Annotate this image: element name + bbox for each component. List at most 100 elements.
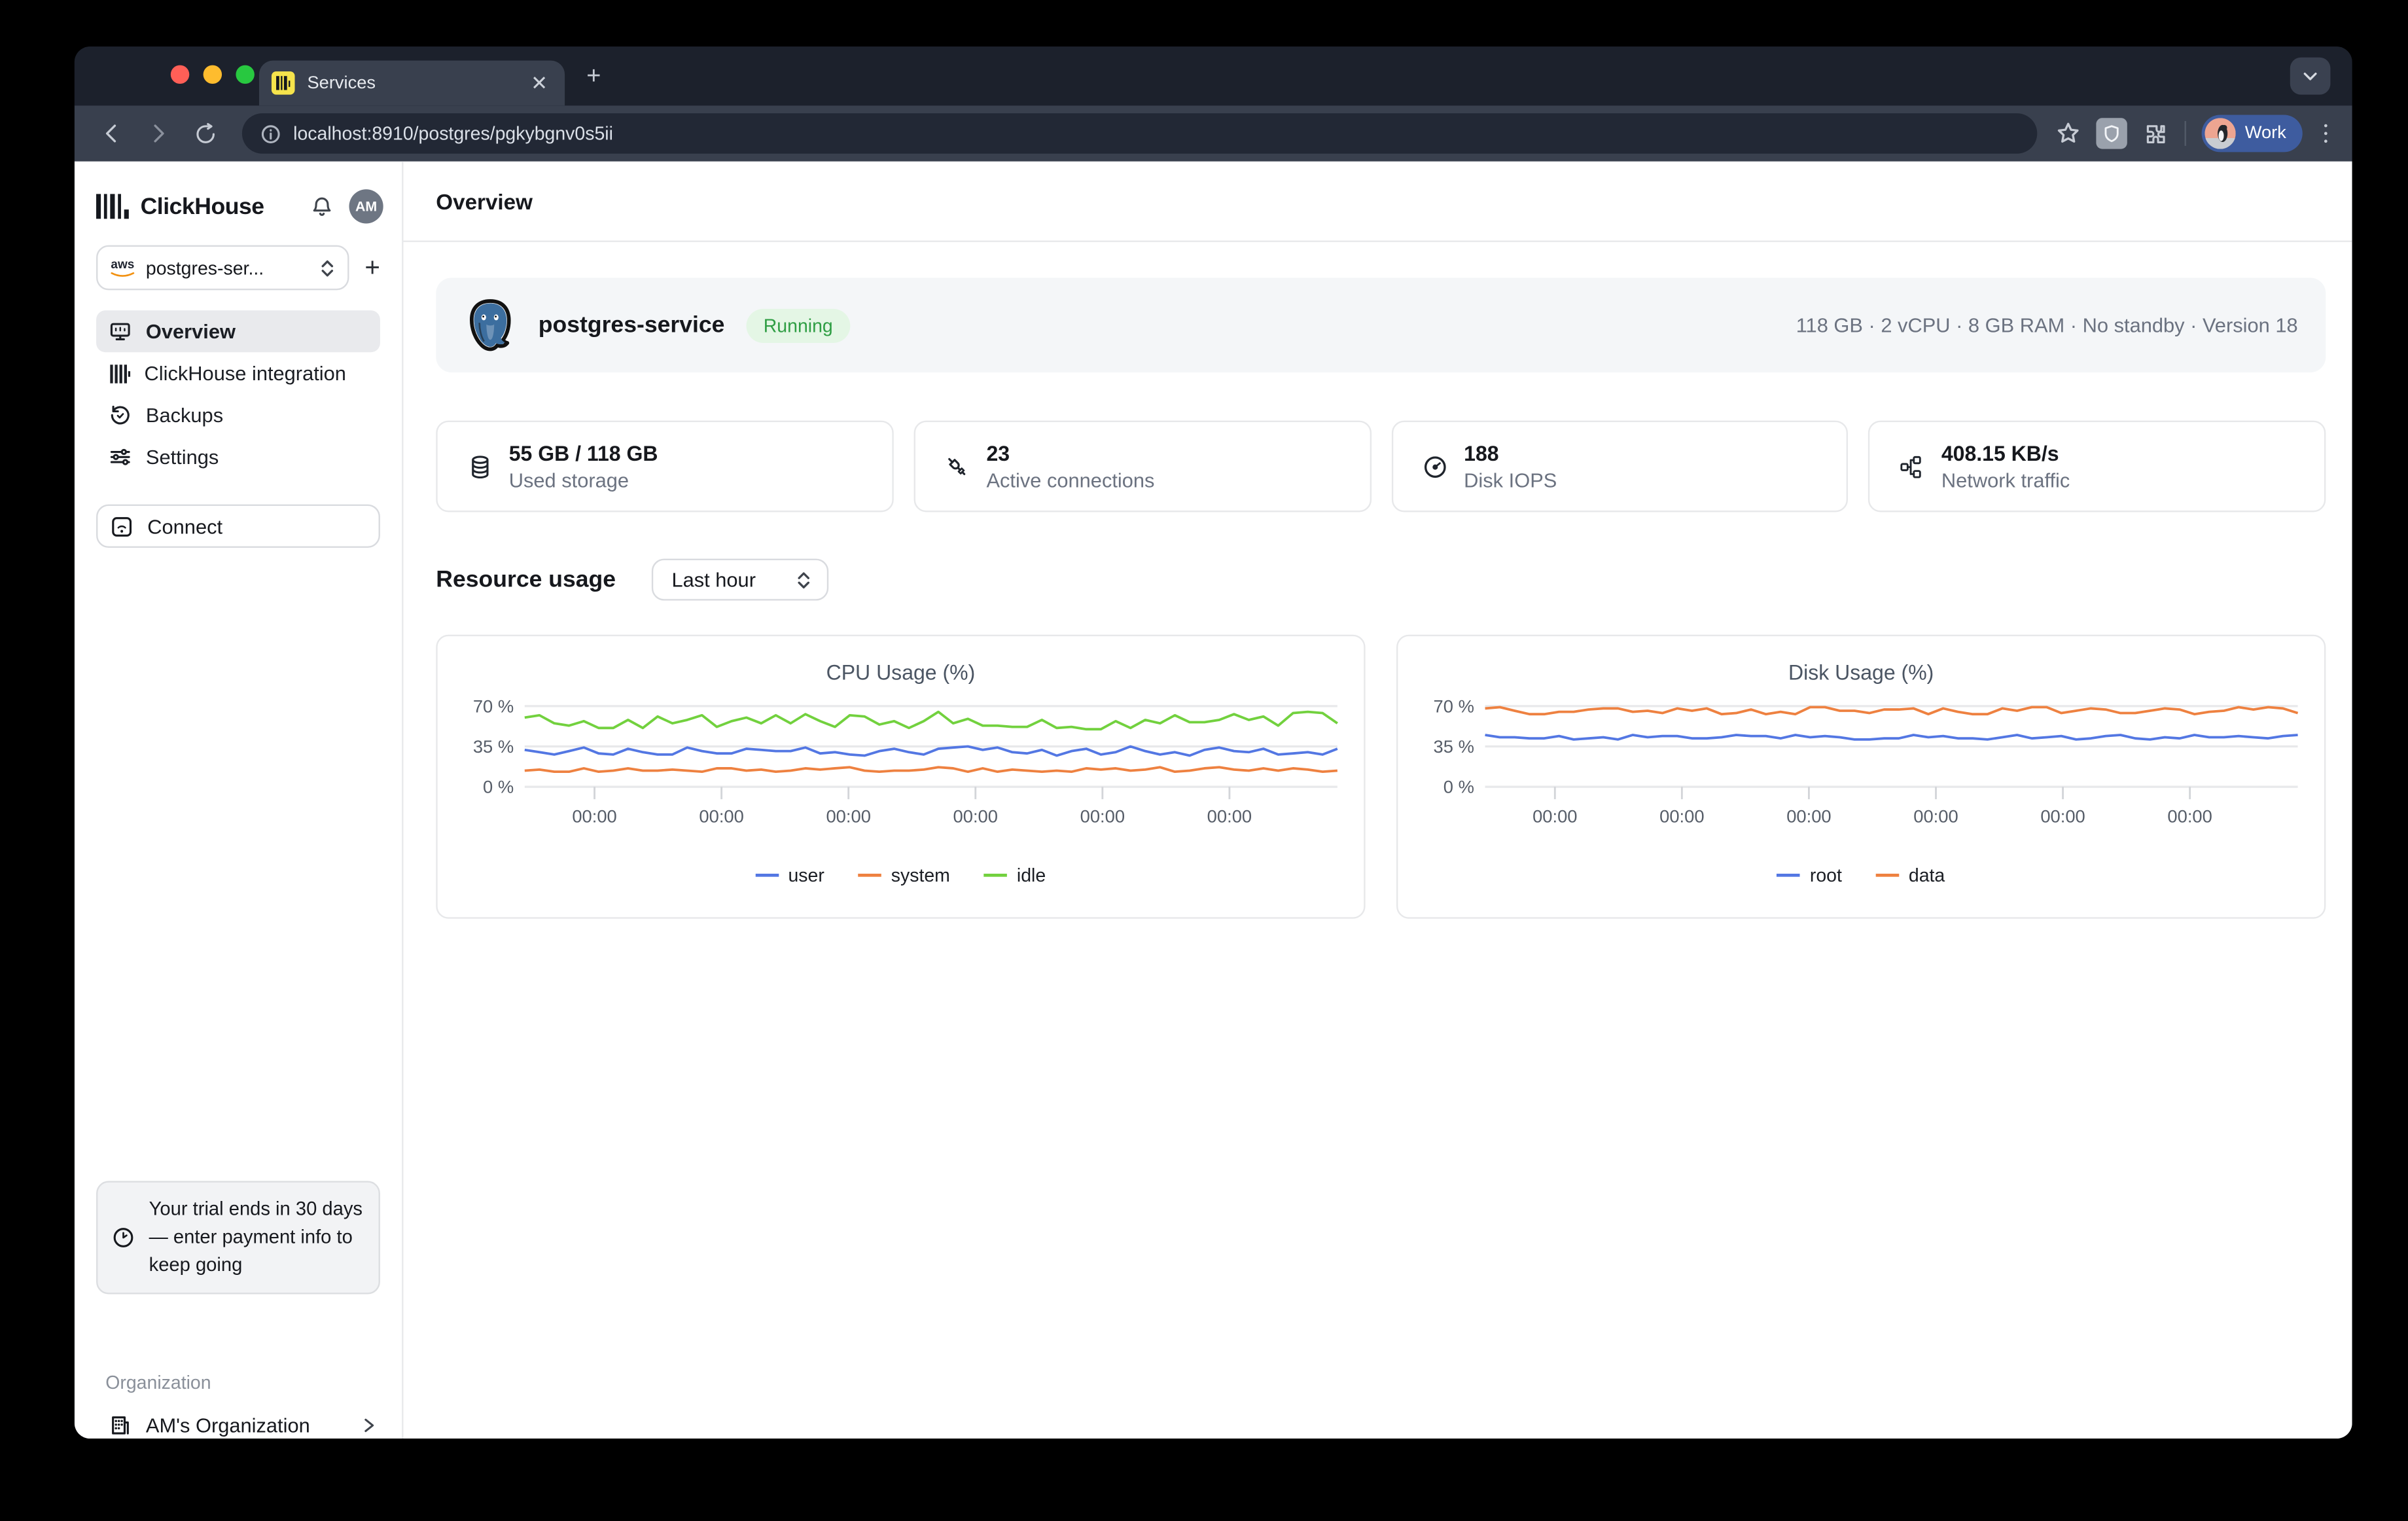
- sidebar-item-settings[interactable]: Settings: [96, 436, 380, 478]
- stat-value: 23: [986, 442, 1154, 465]
- status-badge: Running: [747, 308, 850, 342]
- trial-notice-card: Your trial ends in 30 days — enter payme…: [96, 1181, 380, 1295]
- shield-extension-icon[interactable]: [2096, 118, 2127, 149]
- backups-history-icon: [109, 403, 132, 427]
- page-content: postgres-service Running 118 GB · 2 vCPU…: [403, 242, 2352, 919]
- stat-card-network-traffic: 408.15 KB/s Network traffic: [1868, 421, 2326, 512]
- legend-item-system[interactable]: system: [859, 865, 950, 886]
- close-window-button[interactable]: [171, 65, 189, 84]
- browser-menu-icon[interactable]: [2317, 124, 2333, 143]
- svg-text:00:00: 00:00: [1532, 806, 1577, 827]
- chevron-right-icon: [360, 1416, 377, 1433]
- stat-label: Disk IOPS: [1464, 468, 1557, 492]
- sidebar-item-label: Overview: [146, 319, 236, 343]
- address-bar[interactable]: localhost:8910/postgres/pgkybgnv0s5ii: [242, 113, 2037, 154]
- svg-text:35 %: 35 %: [1434, 736, 1474, 757]
- legend-item-user[interactable]: user: [756, 865, 824, 886]
- stat-label: Active connections: [986, 468, 1154, 492]
- forward-button[interactable]: [139, 115, 177, 152]
- svg-text:00:00: 00:00: [953, 806, 998, 827]
- legend-item-root[interactable]: root: [1777, 865, 1842, 886]
- stat-card-disk-iops: 188Disk IOPS: [1391, 421, 1849, 512]
- minimize-window-button[interactable]: [204, 65, 222, 84]
- legend-label: root: [1810, 865, 1842, 886]
- postgresql-logo: [464, 298, 517, 352]
- bookmark-star-icon[interactable]: [2055, 121, 2080, 146]
- notifications-bell-icon[interactable]: [310, 195, 334, 219]
- sidebar-item-label: ClickHouse integration: [145, 361, 346, 385]
- legend-item-idle[interactable]: idle: [984, 865, 1046, 886]
- stat-value: 55 GB / 118 GB: [509, 442, 658, 465]
- sidebar-item-label: Backups: [146, 403, 223, 427]
- toolbar-actions: Work: [2055, 115, 2333, 152]
- charts-row: CPU Usage (%) 0 %35 %70 %00:0000:0000:00…: [436, 635, 2326, 919]
- extensions-puzzle-icon[interactable]: [2142, 120, 2169, 147]
- stat-value: 408.15 KB/s: [1941, 442, 2070, 465]
- stat-label: Network traffic: [1941, 468, 2070, 492]
- svg-text:0 %: 0 %: [1443, 777, 1474, 797]
- legend-dash: [756, 874, 779, 877]
- disk-usage-chart: 0 %35 %70 %00:0000:0000:0000:0000:0000:0…: [1413, 694, 2309, 843]
- sidebar-item-clickhouse-integration[interactable]: ClickHouse integration: [96, 352, 380, 394]
- new-tab-button[interactable]: +: [586, 65, 601, 90]
- legend-item-data[interactable]: data: [1876, 865, 1945, 886]
- url-text: localhost:8910/postgres/pgkybgnv0s5ii: [293, 122, 613, 144]
- time-range-select[interactable]: Last hour: [652, 559, 829, 601]
- profile-label: Work: [2245, 124, 2286, 143]
- service-specs: 118 GB · 2 vCPU · 8 GB RAM · No standby …: [1796, 313, 2298, 337]
- database-icon: [465, 454, 493, 479]
- organization-section-label: Organization: [105, 1372, 211, 1393]
- cpu-usage-chart: 0 %35 %70 %00:0000:0000:0000:0000:0000:0…: [453, 694, 1348, 843]
- legend-label: data: [1909, 865, 1945, 886]
- profile-avatar: [2204, 118, 2235, 149]
- sidebar-item-overview[interactable]: Overview: [96, 310, 380, 352]
- svg-text:00:00: 00:00: [572, 806, 616, 827]
- legend-label: system: [891, 865, 950, 886]
- tab-search-button[interactable]: [2290, 58, 2331, 95]
- cpu-usage-chart-card: CPU Usage (%) 0 %35 %70 %00:0000:0000:00…: [436, 635, 1365, 919]
- browser-profile-button[interactable]: Work: [2201, 115, 2301, 152]
- service-header-card: postgres-service Running 118 GB · 2 vCPU…: [436, 277, 2326, 372]
- sidebar-item-label: Settings: [146, 446, 219, 469]
- page-header: Overview: [403, 162, 2352, 242]
- stat-label: Used storage: [509, 468, 658, 492]
- legend-dash: [1777, 874, 1801, 877]
- sidebar: ClickHouse AM aws postgres-ser... +: [75, 162, 404, 1439]
- main-area: Overview postgres-service Runn: [403, 162, 2352, 1439]
- brand-row: ClickHouse AM: [75, 162, 402, 245]
- network-icon: [1898, 454, 1926, 479]
- connect-button[interactable]: Connect: [96, 505, 380, 548]
- legend-dash: [1876, 874, 1900, 877]
- user-avatar[interactable]: AM: [349, 189, 383, 223]
- clickhouse-bars-icon: [109, 363, 130, 384]
- organization-item[interactable]: AM's Organization: [96, 1405, 389, 1439]
- svg-text:00:00: 00:00: [2167, 806, 2212, 827]
- trial-notice-text: Your trial ends in 30 days — enter payme…: [149, 1196, 363, 1279]
- overview-icon: [109, 319, 132, 343]
- zoom-window-button[interactable]: [236, 65, 254, 84]
- browser-toolbar: localhost:8910/postgres/pgkybgnv0s5ii Wo…: [75, 105, 2352, 161]
- sidebar-nav: Overview ClickHouse integration Backups …: [75, 290, 402, 478]
- gauge-icon: [1421, 454, 1449, 479]
- sidebar-item-backups[interactable]: Backups: [96, 394, 380, 436]
- clickhouse-app: ClickHouse AM aws postgres-ser... +: [75, 162, 2352, 1439]
- stat-card-active-connections: 23 Active connections: [913, 421, 1371, 512]
- back-button[interactable]: [93, 115, 130, 152]
- reload-button[interactable]: [186, 115, 224, 152]
- browser-tab-services[interactable]: Services ✕: [259, 60, 565, 105]
- time-range-value: Last hour: [671, 568, 756, 592]
- svg-text:00:00: 00:00: [826, 806, 870, 827]
- add-service-button[interactable]: +: [364, 255, 380, 281]
- updown-chevron-icon: [320, 259, 336, 277]
- tab-close-icon[interactable]: ✕: [526, 71, 552, 95]
- svg-text:00:00: 00:00: [1786, 806, 1831, 827]
- trial-clock-icon: [112, 1226, 135, 1250]
- aws-icon: aws: [110, 259, 135, 277]
- svg-text:00:00: 00:00: [1207, 806, 1252, 827]
- service-selector[interactable]: aws postgres-ser...: [96, 245, 349, 291]
- browser-tabstrip: Services ✕ +: [75, 46, 2352, 105]
- plug-icon: [943, 453, 971, 479]
- svg-text:00:00: 00:00: [699, 806, 743, 827]
- window-controls: [171, 65, 255, 84]
- service-selector-row: aws postgres-ser... +: [75, 245, 402, 291]
